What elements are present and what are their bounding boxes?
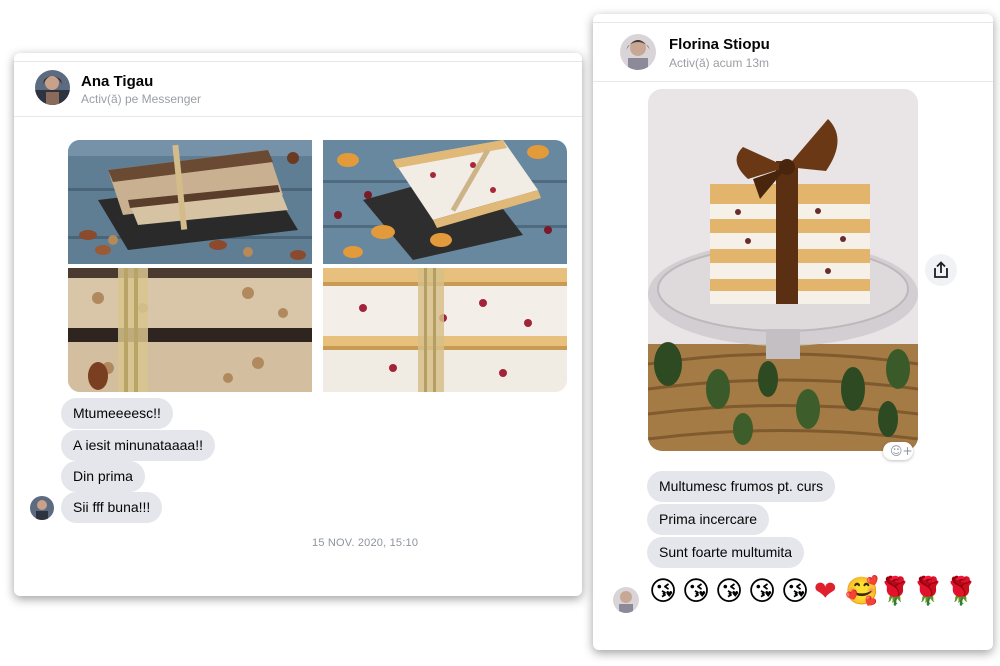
add-reaction-icon: ☺+ [890,444,913,458]
kiss-emoji: 😘 [649,576,678,607]
message-bubble[interactable]: Sii fff buna!!! [61,492,163,523]
window-top-strip [593,14,993,23]
contact-status: Activ(ă) acum 13m [669,56,770,70]
rose-emoji: 🌹 [878,576,912,607]
header-divider [14,116,582,117]
kiss-emoji: 😘 [715,576,744,607]
message-bubble[interactable]: Prima incercare [647,504,770,535]
add-reaction-button[interactable]: ☺+ [883,442,913,460]
kiss-emoji: 😘 [748,576,777,607]
message-bubble[interactable]: A iesit minunataaaa!! [61,430,215,461]
header-divider [593,81,993,82]
kiss-emoji: 😘 [682,576,711,607]
message-bubble[interactable]: Multumesc frumos pt. curs [647,471,836,502]
message-bubble[interactable]: Mtumeeeesc!! [61,398,173,429]
contact-status: Activ(ă) pe Messenger [81,92,202,106]
contact-avatar[interactable] [35,70,70,105]
sender-avatar [30,496,54,520]
message-bubble[interactable]: Sunt foarte multumita [647,537,805,568]
contact-name[interactable]: Ana Tigau [81,73,153,90]
contact-name[interactable]: Florina Stiopu [669,36,770,53]
heart-emoji: ❤ [814,576,837,607]
shared-photo-1[interactable] [68,140,312,264]
shared-photo[interactable] [648,89,918,451]
sender-avatar [613,587,639,613]
smiling-hearts-emoji: 🥰 [845,576,879,607]
share-icon [934,261,948,278]
shared-photo-3[interactable] [68,268,312,392]
rose-emoji: 🌹 [911,576,945,607]
message-timestamp: 15 NOV. 2020, 15:10 [312,537,419,549]
left-chat-window: Ana Tigau Activ(ă) pe Messenger Mtumeeee… [14,53,582,596]
shared-photo-4[interactable] [323,268,567,392]
right-chat-window: Florina Stiopu Activ(ă) acum 13m ☺+ Mult… [593,14,993,650]
kiss-emoji: 😘 [781,576,810,607]
message-bubble[interactable]: Din prima [61,461,145,492]
window-top-strip [14,53,582,62]
shared-photo-2[interactable] [323,140,567,264]
share-button[interactable] [925,254,957,286]
contact-avatar[interactable] [620,34,656,70]
rose-emoji: 🌹 [944,576,978,607]
